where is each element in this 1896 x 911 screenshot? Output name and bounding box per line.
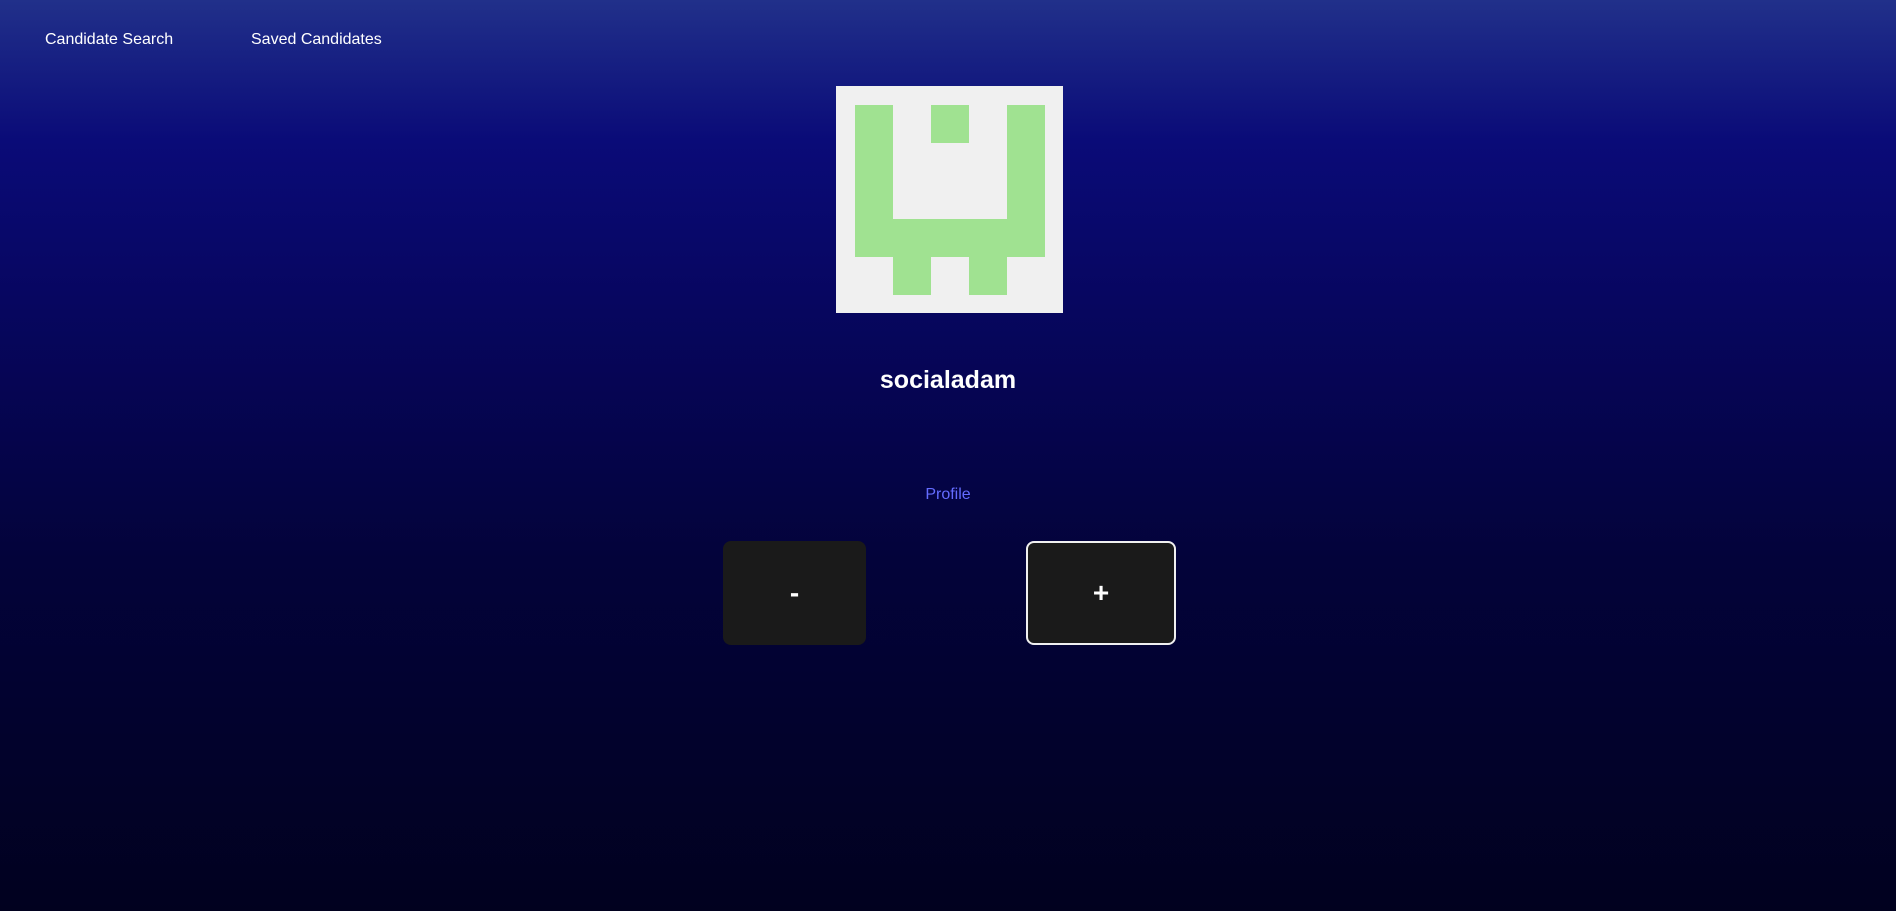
nav-link-candidate-search[interactable]: Candidate Search	[45, 31, 173, 49]
save-candidate-button[interactable]: +	[1026, 541, 1176, 645]
candidate-username: socialadam	[879, 366, 1017, 394]
identicon-image	[836, 86, 1063, 313]
candidate-avatar	[836, 86, 1063, 313]
reject-candidate-button[interactable]: -	[723, 541, 866, 645]
profile-link[interactable]: Profile	[0, 486, 1896, 504]
nav-link-saved-candidates[interactable]: Saved Candidates	[251, 31, 382, 49]
